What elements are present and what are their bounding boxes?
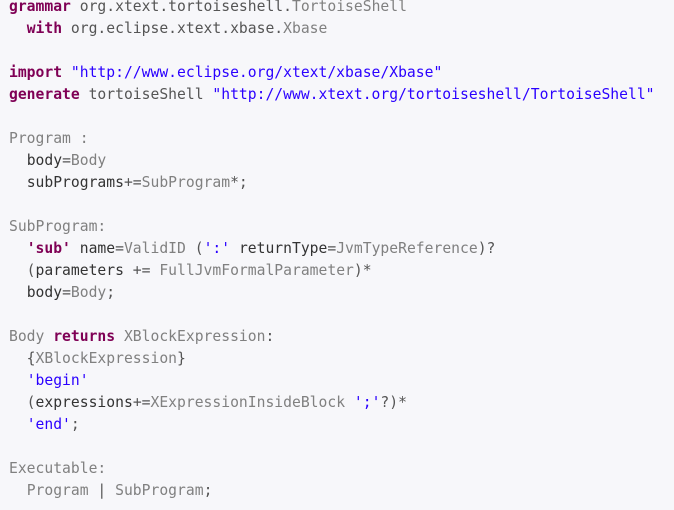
code-line: subPrograms+=SubProgram*;: [9, 172, 655, 194]
code-token-plain: org.xtext.tortoiseshell.: [70, 0, 292, 15]
code-token-ref: Body: [70, 152, 107, 169]
code-token-plain: tortoiseShell: [79, 86, 213, 103]
code-token-plain: )*: [353, 262, 372, 279]
code-token-ref: Body: [9, 328, 54, 345]
code-line: with org.eclipse.xtext.xbase.Xbase: [9, 18, 655, 40]
code-token-kw: 'sub': [26, 240, 71, 257]
code-token-plain: *;: [230, 174, 248, 191]
code-line: Program | SubProgram;: [9, 480, 655, 502]
code-token-ref: ValidID: [123, 240, 186, 257]
code-line: import "http://www.eclipse.org/xtext/xba…: [9, 62, 655, 84]
code-token-kw: import: [9, 64, 63, 81]
code-token-id: parameters: [35, 262, 124, 279]
code-line: body=Body: [9, 150, 655, 172]
code-token-ref: TortoiseShell: [291, 0, 407, 15]
grammar-code-block: grammar org.xtext.tortoiseshell.Tortoise…: [9, 0, 655, 502]
code-token-plain: =: [327, 240, 337, 257]
code-token-ref: FullJvmFormalParameter: [159, 262, 354, 279]
code-token-kw: generate: [9, 86, 80, 103]
code-line: generate tortoiseShell "http://www.xtext…: [9, 84, 655, 106]
code-token-ref: Program :: [9, 130, 89, 147]
code-line: Executable:: [9, 458, 655, 480]
code-token-plain: =: [62, 284, 71, 301]
code-line: body=Body;: [9, 282, 655, 304]
code-token-str: 'begin': [26, 372, 89, 389]
code-token-id: subPrograms: [26, 174, 124, 191]
code-token-plain: +=: [132, 394, 151, 411]
code-token-plain: )?: [477, 240, 496, 257]
code-line: (parameters += FullJvmFormalParameter)*: [9, 260, 655, 282]
code-token-str: ';': [353, 394, 381, 411]
code-token-ref: Body: [70, 284, 107, 301]
code-token-str: ':': [203, 240, 231, 257]
code-token-id: expressions: [35, 394, 133, 411]
code-line: 'begin': [9, 370, 655, 392]
code-token-kw: with: [26, 20, 63, 37]
code-line: Program :: [9, 128, 655, 150]
code-token-kw: returns: [53, 328, 116, 345]
code-line: {XBlockExpression}: [9, 348, 655, 370]
code-token-id: body: [26, 152, 63, 169]
code-token-plain: (: [9, 262, 36, 279]
code-line: SubProgram:: [9, 216, 655, 238]
code-token-plain: ;: [106, 284, 116, 301]
code-token-id: body: [26, 284, 63, 301]
code-token-plain: (: [9, 394, 36, 411]
code-token-plain: :: [265, 328, 275, 345]
code-token-plain: |: [88, 482, 116, 499]
code-token-ref: Xbase: [283, 20, 328, 37]
code-token-str: "http://www.xtext.org/tortoiseshell/Tort…: [212, 86, 655, 103]
code-token-plain: {: [9, 350, 36, 367]
code-token-ref: Executable:: [9, 460, 107, 477]
code-token-ref: XExpressionInsideBlock: [150, 394, 346, 411]
code-token-ref: SubProgram: [141, 174, 231, 191]
code-line: Body returns XBlockExpression:: [9, 326, 655, 348]
code-token-ref: XBlockExpression: [35, 350, 178, 367]
code-token-ref: JvmTypeReference: [336, 240, 478, 257]
code-token-plain: (: [185, 240, 204, 257]
code-token-plain: +=: [123, 174, 142, 191]
code-token-plain: =: [62, 152, 71, 169]
code-token-kw: grammar: [9, 0, 71, 15]
code-token-str: "http://www.eclipse.org/xtext/xbase/Xbas…: [70, 64, 443, 81]
code-token-plain: ?)*: [380, 394, 407, 411]
code-token-plain: +=: [123, 262, 160, 279]
code-token-plain: }: [177, 350, 186, 367]
code-token-id: returnType: [238, 240, 328, 257]
code-token-plain: org.eclipse.xtext.xbase.: [62, 20, 284, 37]
code-token-ref: XBlockExpression: [123, 328, 266, 345]
code-line: (expressions+=XExpressionInsideBlock ';'…: [9, 392, 655, 414]
code-token-ref: SubProgram: [115, 482, 204, 499]
code-line: 'sub' name=ValidID (':' returnType=JvmTy…: [9, 238, 655, 260]
code-line: grammar org.xtext.tortoiseshell.Tortoise…: [9, 0, 655, 18]
code-token-plain: ;: [70, 416, 80, 433]
code-token-str: 'end': [26, 416, 71, 433]
code-line: 'end';: [9, 414, 655, 436]
code-token-plain: ;: [203, 482, 213, 499]
code-token-plain: =: [115, 240, 124, 257]
code-token-id: name: [79, 240, 116, 257]
code-token-ref: SubProgram:: [9, 218, 107, 235]
code-token-ref: Program: [26, 482, 89, 499]
